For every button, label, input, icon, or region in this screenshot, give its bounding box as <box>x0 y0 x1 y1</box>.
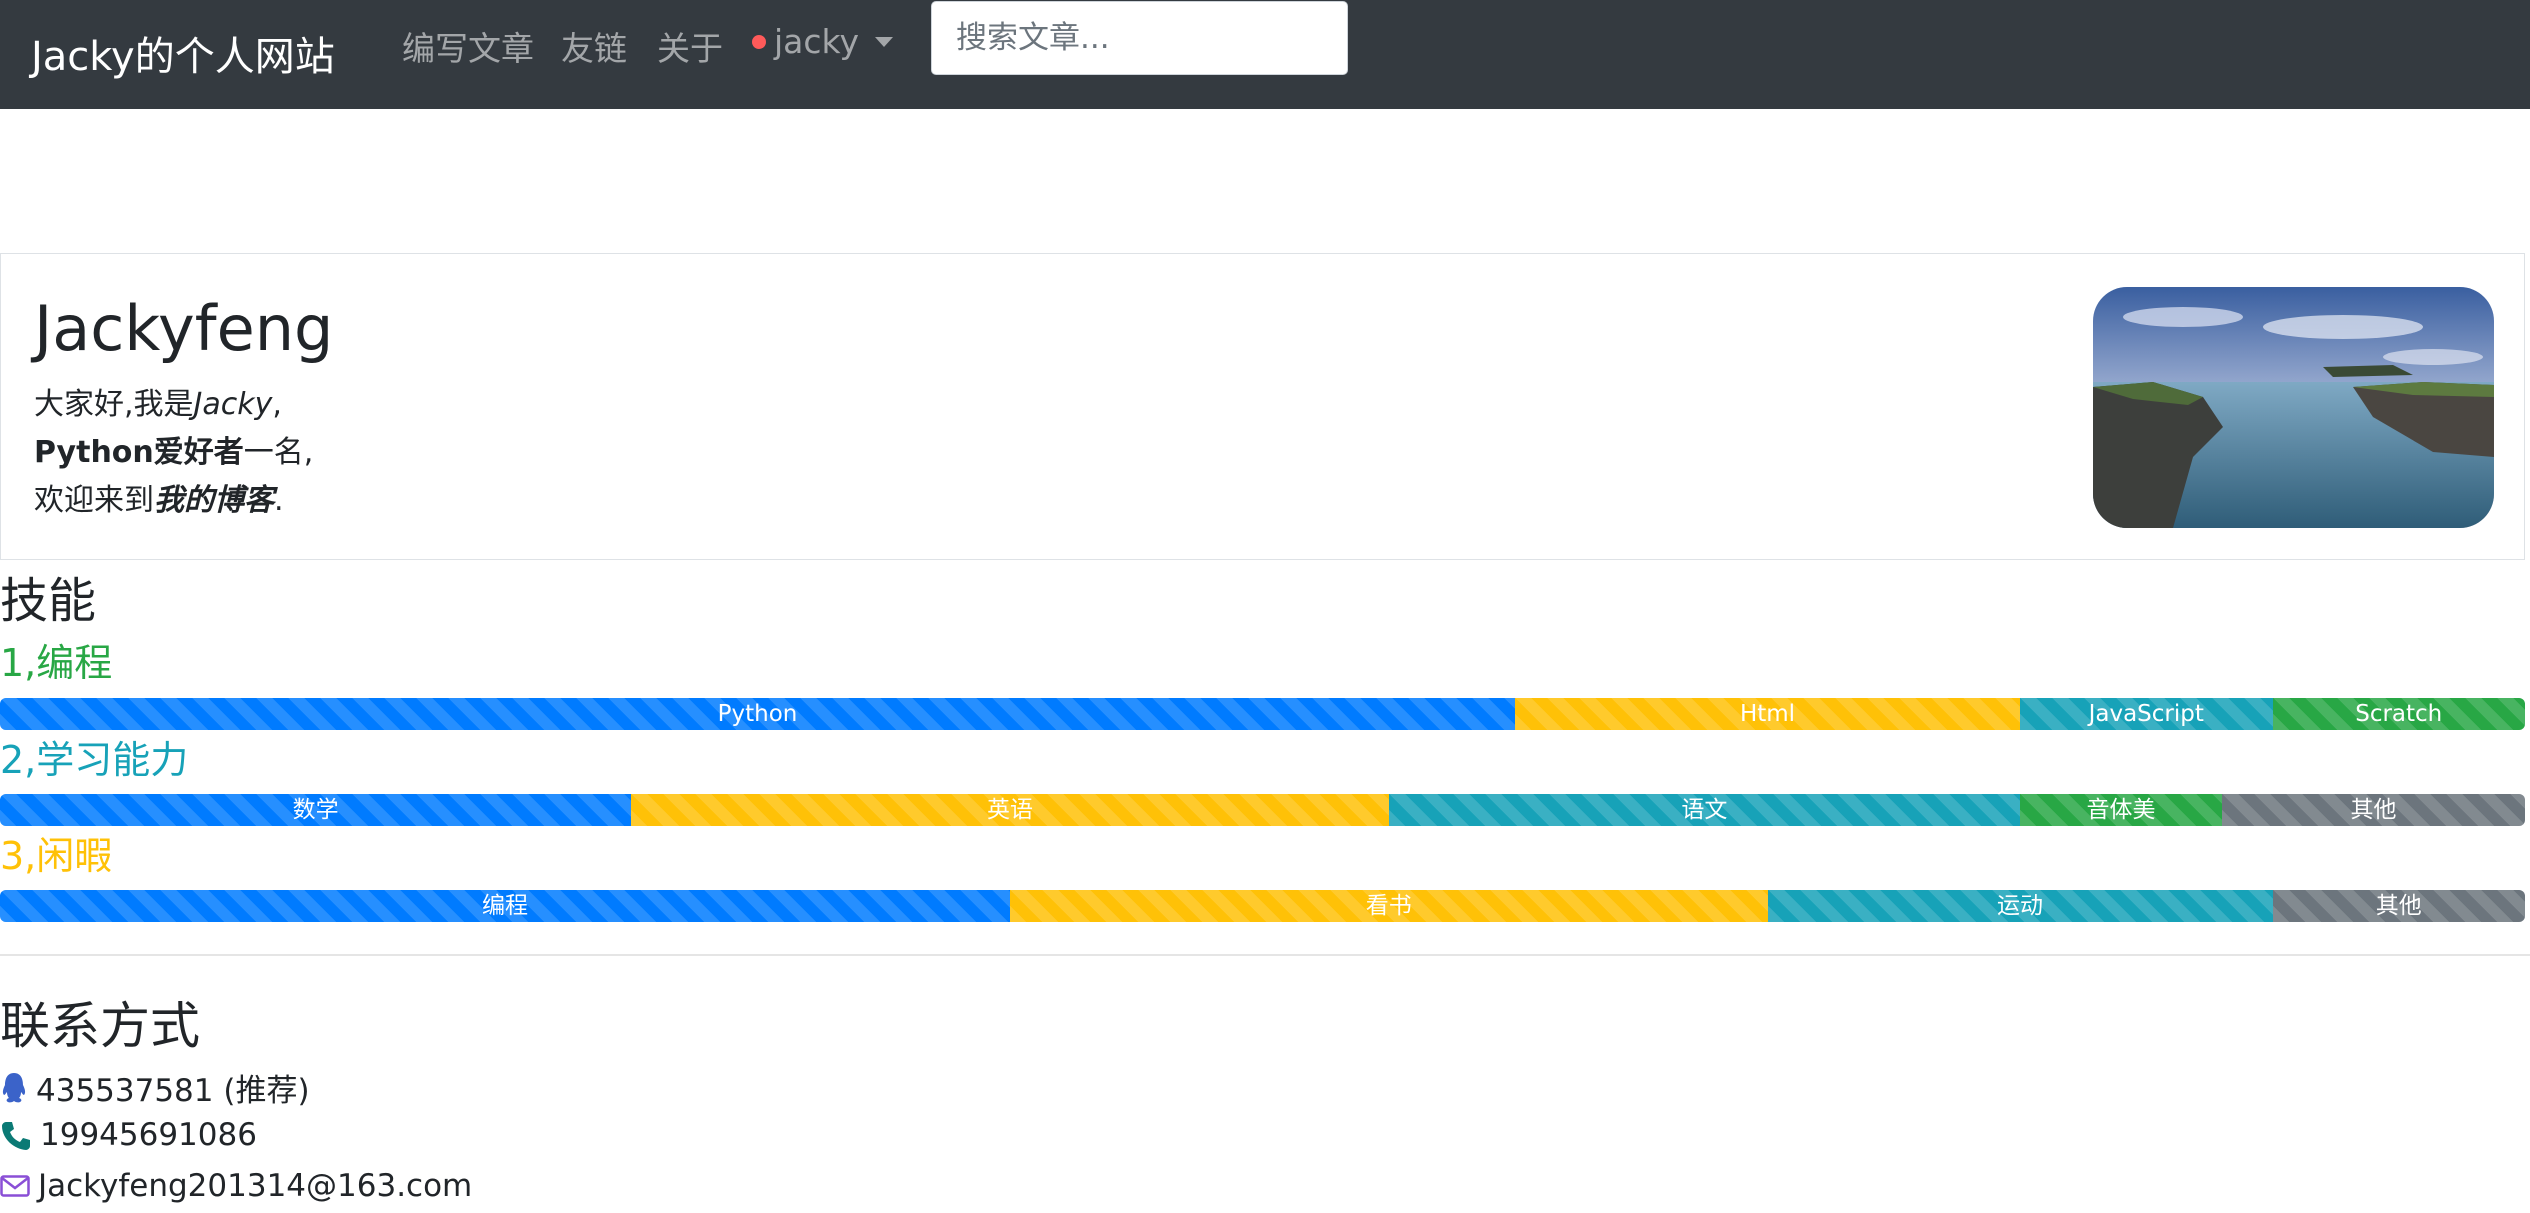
intro-emphasis: Jacky <box>193 387 273 422</box>
skill-progress-learning: 数学 英语 语文 音体美 其他 <box>0 794 2525 826</box>
progress-bar-segment: 其他 <box>2272 890 2525 922</box>
landscape-image <box>2093 287 2494 528</box>
contact-email[interactable]: Jackyfeng201314@163.com <box>0 1168 472 1204</box>
profile-intro: 大家好,我是Jacky, Python爱好者一名, 欢迎来到我的博客. <box>34 381 313 525</box>
qq-icon <box>2 1072 26 1102</box>
intro-strong-emphasis: 我的博客 <box>154 483 274 518</box>
contact-qq: 435537581 (推荐) <box>0 1065 310 1110</box>
online-status-dot <box>752 34 766 49</box>
nav-about[interactable]: 关于 <box>657 22 723 70</box>
skill-progress-leisure: 编程 看书 运动 其他 <box>0 890 2525 922</box>
skill-group-title: 3,闲暇 <box>0 834 113 878</box>
intro-text: 大家好,我是 <box>34 387 194 422</box>
intro-text: . <box>274 483 284 518</box>
skill-progress-programming: Python Html JavaScript Scratch <box>0 698 2525 730</box>
intro-line-3: 欢迎来到我的博客. <box>34 477 313 525</box>
contact-phone: 19945691086 <box>0 1117 257 1153</box>
progress-bar-segment: Html <box>1515 698 2020 730</box>
progress-bar-segment: 音体美 <box>2020 794 2222 826</box>
search-input[interactable] <box>931 1 1348 75</box>
nav-write-article[interactable]: 编写文章 <box>402 22 534 70</box>
intro-line-1: 大家好,我是Jacky, <box>34 381 313 429</box>
divider <box>0 954 2530 956</box>
user-name: jacky <box>774 22 859 61</box>
profile-card: Jackyfeng 大家好,我是Jacky, Python爱好者一名, 欢迎来到… <box>0 253 2525 560</box>
intro-strong: Python爱好者 <box>34 435 244 470</box>
progress-bar-segment: 数学 <box>0 794 632 826</box>
skill-group-title: 2,学习能力 <box>0 738 189 782</box>
progress-bar-segment: 英语 <box>631 794 1389 826</box>
contact-qq-text: 435537581 (推荐) <box>36 1073 310 1109</box>
chevron-down-icon <box>875 36 893 47</box>
intro-text: 一名, <box>243 435 314 470</box>
contact-phone-text: 19945691086 <box>40 1117 257 1153</box>
intro-text: 欢迎来到 <box>34 483 154 518</box>
progress-bar-segment: 看书 <box>1010 890 1768 922</box>
envelope-icon <box>0 1175 30 1197</box>
skills-heading: 技能 <box>0 573 97 629</box>
progress-bar-segment: 其他 <box>2222 794 2525 826</box>
skill-group-title: 1,编程 <box>0 641 113 685</box>
progress-bar-segment: 语文 <box>1388 794 2020 826</box>
intro-line-2: Python爱好者一名, <box>34 429 313 477</box>
intro-text: , <box>272 387 282 422</box>
profile-name: Jackyfeng <box>34 292 334 365</box>
progress-bar-segment: 编程 <box>0 890 1010 922</box>
progress-bar-segment: Python <box>0 698 1515 730</box>
contact-heading: 联系方式 <box>0 997 200 1055</box>
progress-bar-segment: 运动 <box>1767 890 2273 922</box>
nav-friend-links[interactable]: 友链 <box>561 22 627 70</box>
user-dropdown[interactable]: jacky <box>752 22 893 61</box>
brand-link[interactable]: Jacky的个人网站 <box>31 24 335 82</box>
progress-bar-segment: Scratch <box>2272 698 2525 730</box>
contact-email-text[interactable]: Jackyfeng201314@163.com <box>38 1168 472 1204</box>
phone-icon <box>2 1122 30 1150</box>
navbar: Jacky的个人网站 编写文章 友链 关于 jacky <box>0 0 2530 109</box>
progress-bar-segment: JavaScript <box>2020 698 2273 730</box>
